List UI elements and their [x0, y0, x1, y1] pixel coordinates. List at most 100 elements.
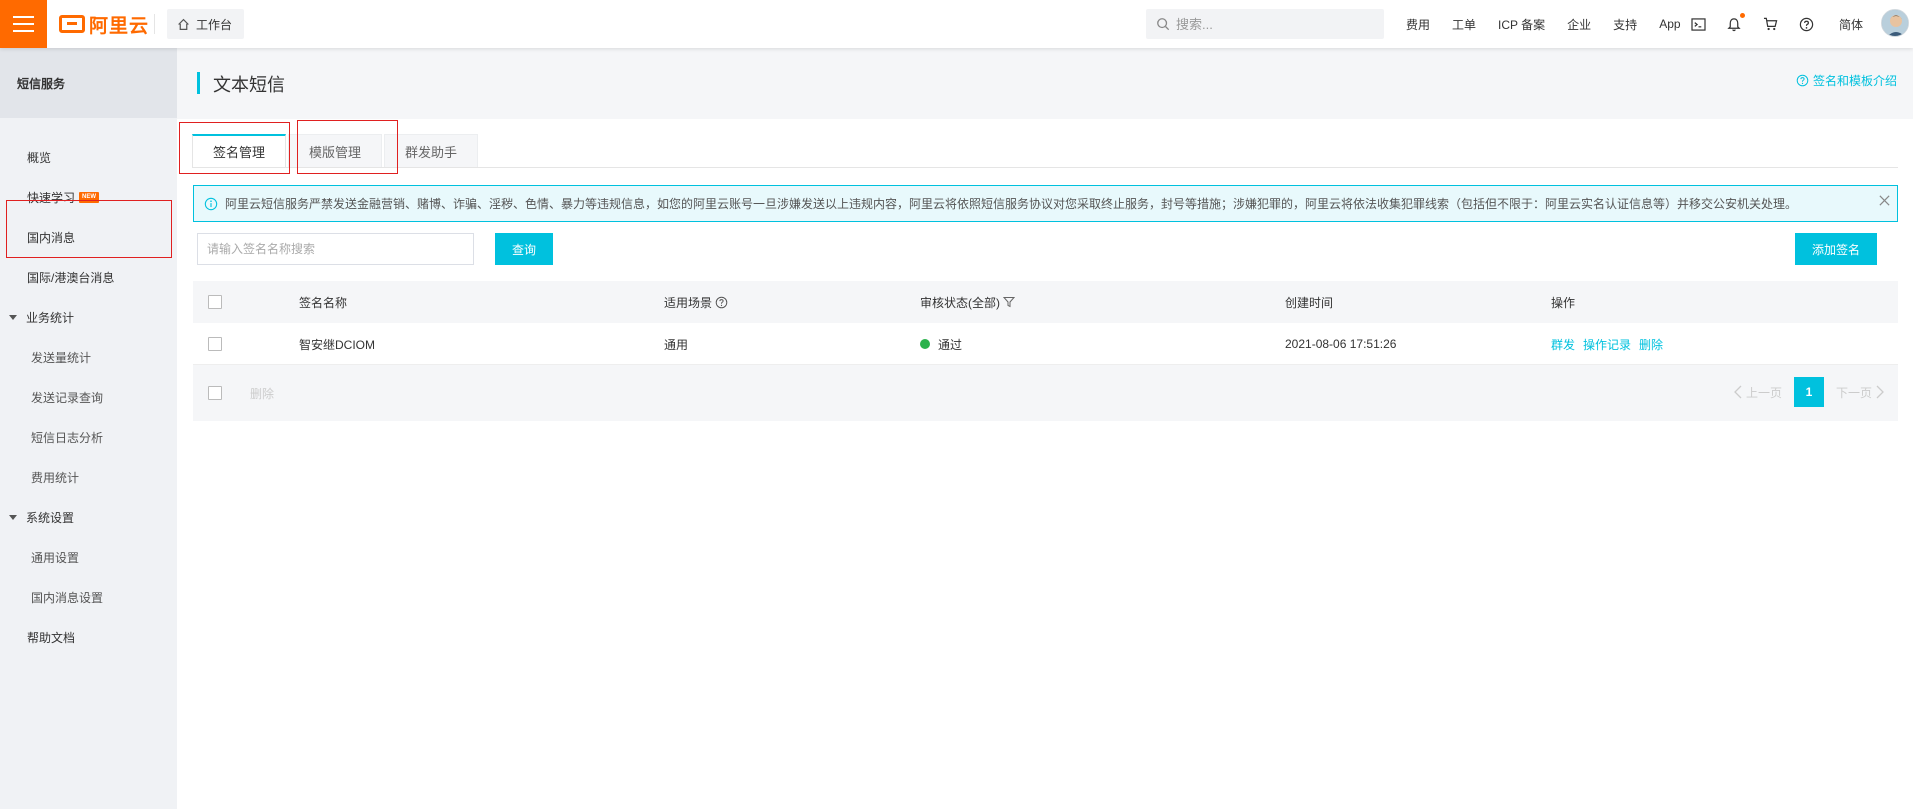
signature-table: 签名名称 适用场景 审核状态(全部) 创建时间 操作 智安继DCIOM 通用 通…: [193, 281, 1898, 421]
close-icon[interactable]: [1878, 194, 1891, 210]
col-signature-name: 签名名称: [299, 295, 348, 310]
sidebar-item-send-volume-stats[interactable]: 发送量统计: [0, 337, 177, 377]
page-header: 文本短信 签名和模板介绍: [177, 48, 1913, 119]
notification-dot: [1740, 13, 1745, 18]
language-switch[interactable]: 简体: [1839, 16, 1863, 33]
nav-app[interactable]: App: [1659, 17, 1680, 31]
info-icon: [204, 197, 218, 210]
search-icon: [1157, 18, 1170, 31]
sidebar-item-label: 概览: [27, 150, 52, 165]
cell-created-time: 2021-08-06 17:51:26: [1285, 337, 1397, 351]
sidebar-group-label: 业务统计: [26, 310, 75, 325]
bulk-send-link[interactable]: 群发: [1551, 336, 1575, 353]
sidebar: 短信服务 概览 快速学习 NEW 国内消息 国际/港澳台消息 业务统计 发送量统…: [0, 48, 177, 809]
sidebar-item-domestic-message-settings[interactable]: 国内消息设置: [0, 577, 177, 617]
col-scene-label: 适用场景: [664, 295, 713, 310]
top-icons: [1690, 0, 1814, 48]
sidebar-group-system-settings[interactable]: 系统设置: [0, 497, 177, 537]
bell-icon[interactable]: [1726, 13, 1745, 32]
global-search-input[interactable]: [1176, 16, 1366, 32]
sidebar-item-cost-stats[interactable]: 费用统计: [0, 457, 177, 497]
sidebar-group-label: 系统设置: [26, 510, 75, 525]
hamburger-menu-button[interactable]: [0, 0, 47, 48]
nav-billing[interactable]: 费用: [1406, 16, 1430, 33]
status-success-dot: [920, 339, 930, 349]
col-created-time: 创建时间: [1285, 295, 1334, 310]
question-circle-icon[interactable]: [715, 296, 728, 309]
sidebar-item-overview[interactable]: 概览: [0, 137, 177, 177]
next-page-button[interactable]: 下一页: [1836, 384, 1884, 401]
sidebar-item-international-messages[interactable]: 国际/港澳台消息: [0, 257, 177, 297]
sidebar-item-quick-learn[interactable]: 快速学习 NEW: [0, 177, 177, 217]
col-review-status[interactable]: 审核状态(全部): [920, 281, 1015, 323]
cell-scene: 通用: [664, 337, 689, 352]
cart-icon[interactable]: [1762, 16, 1778, 32]
prev-label: 上一页: [1745, 385, 1782, 400]
tab-bulk-send-assistant[interactable]: 群发助手: [384, 134, 479, 168]
aliyun-logo-icon: [59, 15, 85, 33]
pagination: 上一页 1 下一页: [1734, 377, 1884, 407]
notice-text: 阿里云短信服务严禁发送金融营销、赌博、诈骗、淫秽、色情、暴力等违规信息，如您的阿…: [225, 197, 1798, 211]
table-footer: 删除 上一页 1 下一页: [193, 365, 1898, 421]
page-number-current[interactable]: 1: [1793, 377, 1824, 407]
divider: [154, 14, 155, 34]
chevron-left-icon: [1734, 385, 1742, 399]
caret-down-icon: [9, 514, 17, 520]
new-badge: NEW: [79, 191, 100, 203]
sidebar-item-label: 通用设置: [31, 550, 80, 565]
col-actions: 操作: [1551, 295, 1576, 310]
sidebar-item-domestic-messages[interactable]: 国内消息: [0, 217, 177, 257]
table-header: 签名名称 适用场景 审核状态(全部) 创建时间 操作: [193, 281, 1898, 323]
sidebar-item-general-settings[interactable]: 通用设置: [0, 537, 177, 577]
global-search: [1146, 9, 1384, 39]
nav-tickets[interactable]: 工单: [1452, 16, 1476, 33]
status-label: 通过: [938, 337, 963, 352]
sidebar-title: 短信服务: [0, 48, 177, 118]
batch-delete-button[interactable]: 删除: [250, 365, 274, 421]
terminal-icon[interactable]: [1690, 16, 1706, 32]
footer-select-all-checkbox[interactable]: [208, 365, 222, 421]
operation-log-link[interactable]: 操作记录: [1583, 336, 1631, 353]
workbench-button[interactable]: 工作台: [167, 9, 245, 39]
question-circle-icon: [1796, 74, 1809, 87]
cell-signature-name: 智安继DCIOM: [299, 337, 375, 352]
sidebar-item-label: 快速学习: [27, 190, 76, 205]
cell-review-status: 通过: [920, 323, 962, 365]
sign-template-intro-link[interactable]: 签名和模板介绍: [1796, 72, 1897, 89]
tab-bar: 签名管理 模版管理 群发助手: [192, 134, 480, 168]
tab-template-management[interactable]: 模版管理: [288, 134, 383, 168]
select-all-checkbox[interactable]: [208, 281, 222, 323]
tab-signature-management[interactable]: 签名管理: [192, 134, 287, 168]
table-row: 智安继DCIOM 通用 通过 2021-08-06 17:51:26 群发 操作…: [193, 323, 1898, 365]
help-icon[interactable]: [1798, 16, 1814, 32]
sidebar-item-help-docs[interactable]: 帮助文档: [0, 617, 177, 657]
main-content: 文本短信 签名和模板介绍 签名管理 模版管理 群发助手 阿里云短信服务严禁发送金…: [177, 48, 1913, 809]
prev-page-button[interactable]: 上一页: [1734, 384, 1782, 401]
nav-enterprise[interactable]: 企业: [1567, 16, 1591, 33]
sidebar-item-label: 国内消息设置: [31, 590, 104, 605]
sidebar-item-label: 发送量统计: [31, 350, 92, 365]
sidebar-item-label: 费用统计: [31, 470, 80, 485]
sidebar-item-sms-log-analysis[interactable]: 短信日志分析: [0, 417, 177, 457]
next-label: 下一页: [1835, 385, 1872, 400]
query-button[interactable]: 查询: [495, 233, 553, 265]
sidebar-item-label: 国际/港澳台消息: [27, 270, 115, 285]
avatar[interactable]: [1881, 9, 1909, 37]
delete-link[interactable]: 删除: [1639, 336, 1663, 353]
signature-search-input[interactable]: [197, 233, 474, 265]
page-title: 文本短信: [213, 75, 285, 95]
cell-actions: 群发 操作记录 删除: [1551, 323, 1671, 365]
workbench-label: 工作台: [196, 17, 233, 32]
home-icon: [178, 18, 189, 30]
col-scene: 适用场景: [664, 281, 728, 323]
nav-support[interactable]: 支持: [1613, 16, 1637, 33]
logo-text: 阿里云: [89, 15, 150, 37]
filter-icon[interactable]: [1003, 296, 1015, 308]
tab-divider: [192, 167, 1898, 168]
sidebar-item-send-record-query[interactable]: 发送记录查询: [0, 377, 177, 417]
aliyun-logo[interactable]: 阿里云: [59, 12, 150, 37]
add-signature-button[interactable]: 添加签名: [1795, 233, 1877, 265]
nav-icp[interactable]: ICP 备案: [1498, 16, 1545, 33]
sidebar-group-business-stats[interactable]: 业务统计: [0, 297, 177, 337]
row-checkbox[interactable]: [208, 323, 222, 365]
